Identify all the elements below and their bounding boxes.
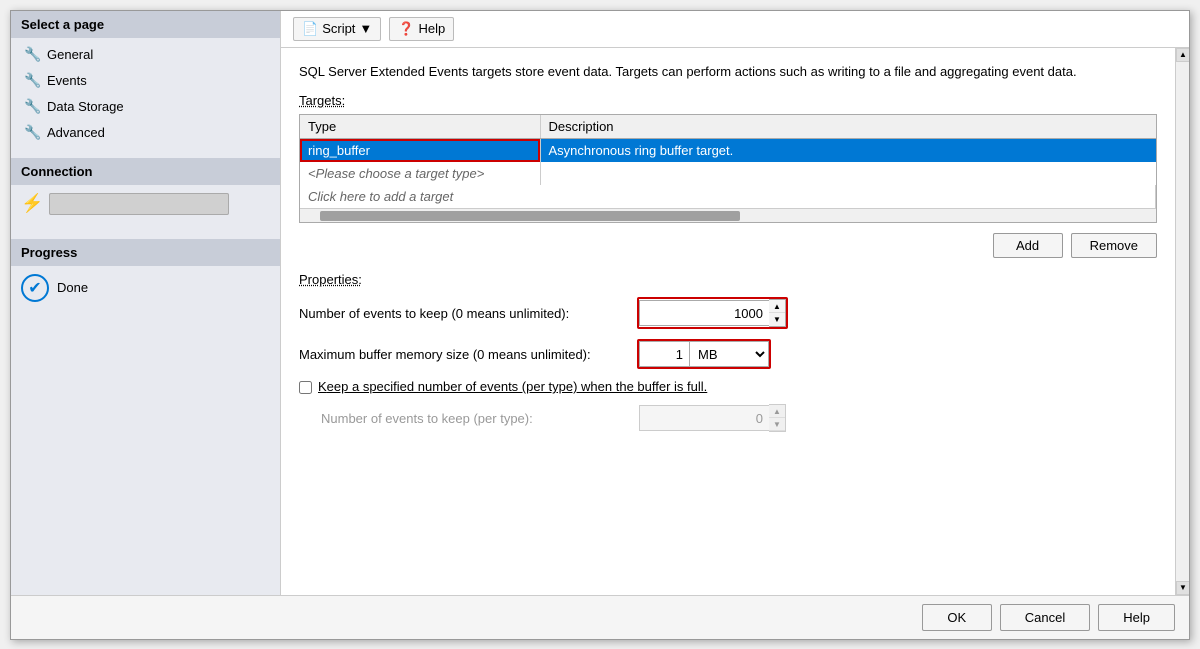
sidebar-item-events[interactable]: 🔧 Events xyxy=(11,68,280,94)
progress-content: ✔ Done xyxy=(11,266,280,310)
sub-input-group: ▲ ▼ xyxy=(639,404,786,432)
buffer-prop-label: Maximum buffer memory size (0 means unli… xyxy=(299,347,629,362)
help-button[interactable]: ❓ Help xyxy=(389,17,454,41)
events-spinner-down[interactable]: ▼ xyxy=(769,313,785,326)
buffer-unit-select[interactable]: MB KB GB xyxy=(689,341,769,367)
targets-scrollbar[interactable] xyxy=(300,208,1156,222)
events-property-row: Number of events to keep (0 means unlimi… xyxy=(299,297,1157,329)
description-text: SQL Server Extended Events targets store… xyxy=(299,62,1157,82)
properties-label: Properties: xyxy=(299,272,1157,287)
events-icon: 🔧 xyxy=(25,73,41,89)
table-row[interactable]: ring_buffer Asynchronous ring buffer tar… xyxy=(300,139,1156,163)
add-button[interactable]: Add xyxy=(993,233,1063,258)
script-button[interactable]: 📄 Script ▼ xyxy=(293,17,381,41)
table-row[interactable]: <Please choose a target type> xyxy=(300,162,1156,185)
connection-header: Connection xyxy=(11,158,280,185)
connection-content: ⚡ xyxy=(11,185,280,223)
help-icon: ❓ xyxy=(398,21,414,37)
progress-circle: ✔ xyxy=(21,274,49,302)
sidebar-item-label-events: Events xyxy=(47,73,87,88)
checkbox-label: Keep a specified number of events (per t… xyxy=(318,379,707,394)
events-number-input[interactable] xyxy=(639,300,769,326)
data-storage-icon: 🔧 xyxy=(25,99,41,115)
toolbar: 📄 Script ▼ ❓ Help xyxy=(281,11,1189,48)
dialog: Select a page 🔧 General 🔧 Events 🔧 Data … xyxy=(10,10,1190,640)
left-panel: Select a page 🔧 General 🔧 Events 🔧 Data … xyxy=(11,11,281,595)
sub-prop-label: Number of events to keep (per type): xyxy=(321,411,631,426)
progress-header: Progress xyxy=(11,239,280,266)
select-a-page-header: Select a page xyxy=(11,11,280,38)
remove-button[interactable]: Remove xyxy=(1071,233,1157,258)
buffer-input-group: MB KB GB xyxy=(637,339,771,369)
script-icon: 📄 xyxy=(302,21,318,37)
cell-desc-placeholder xyxy=(540,162,1156,185)
sidebar-item-general[interactable]: 🔧 General xyxy=(11,42,280,68)
checkbox-underline-k: K xyxy=(318,379,327,394)
table-header-row: Type Description xyxy=(300,115,1156,139)
keep-events-checkbox[interactable] xyxy=(299,381,312,394)
dialog-content: Select a page 🔧 General 🔧 Events 🔧 Data … xyxy=(11,11,1189,595)
sidebar-item-label-advanced: Advanced xyxy=(47,125,105,140)
sub-spinner-up[interactable]: ▲ xyxy=(769,405,785,418)
checkbox-row: Keep a specified number of events (per t… xyxy=(299,379,1157,394)
progress-section: Progress ✔ Done xyxy=(11,231,280,310)
cell-desc-ring-buffer: Asynchronous ring buffer target. xyxy=(540,139,1156,163)
cell-type-ring-buffer: ring_buffer xyxy=(300,139,540,163)
script-dropdown-icon: ▼ xyxy=(359,21,372,36)
sidebar-item-data-storage[interactable]: 🔧 Data Storage xyxy=(11,94,280,120)
right-scrollbar: ▲ ▼ xyxy=(1175,48,1189,595)
sub-number-input[interactable] xyxy=(639,405,769,431)
targets-table: Type Description ring_buffer Asynchronou… xyxy=(300,115,1156,208)
cell-type-placeholder: <Please choose a target type> xyxy=(300,162,540,185)
col-description-header: Description xyxy=(540,115,1156,139)
right-panel: 📄 Script ▼ ❓ Help SQL Server Extended Ev… xyxy=(281,11,1189,595)
advanced-icon: 🔧 xyxy=(25,125,41,141)
sidebar-item-label-general: General xyxy=(47,47,93,62)
events-prop-label: Number of events to keep (0 means unlimi… xyxy=(299,306,629,321)
scrollbar-arrow-up[interactable]: ▲ xyxy=(1176,48,1189,62)
events-spinner: ▲ ▼ xyxy=(769,299,786,327)
buffer-property-row: Maximum buffer memory size (0 means unli… xyxy=(299,339,1157,369)
footer-help-button[interactable]: Help xyxy=(1098,604,1175,631)
ok-button[interactable]: OK xyxy=(922,604,992,631)
sub-property-row: Number of events to keep (per type): ▲ ▼ xyxy=(321,404,1157,432)
general-icon: 🔧 xyxy=(25,47,41,63)
progress-status: Done xyxy=(57,280,88,295)
targets-table-container: Type Description ring_buffer Asynchronou… xyxy=(299,114,1157,223)
sidebar-item-label-data-storage: Data Storage xyxy=(47,99,124,114)
buffer-number-input[interactable] xyxy=(639,341,689,367)
main-content: SQL Server Extended Events targets store… xyxy=(281,48,1175,595)
cell-add-target: Click here to add a target xyxy=(300,185,1156,208)
events-spinner-up[interactable]: ▲ xyxy=(769,300,785,313)
dialog-footer: OK Cancel Help xyxy=(11,595,1189,639)
scrollbar-arrow-down[interactable]: ▼ xyxy=(1176,581,1189,595)
help-label: Help xyxy=(418,21,445,36)
sub-spinner: ▲ ▼ xyxy=(769,404,786,432)
targets-label: Targets: xyxy=(299,93,1157,108)
table-row-add[interactable]: Click here to add a target xyxy=(300,185,1156,208)
sidebar-item-advanced[interactable]: 🔧 Advanced xyxy=(11,120,280,146)
connection-server-box xyxy=(49,193,229,215)
nav-items: 🔧 General 🔧 Events 🔧 Data Storage 🔧 Adva… xyxy=(11,38,280,150)
script-label: Script xyxy=(322,21,355,36)
scrollbar-track xyxy=(1176,62,1189,581)
connection-icon: ⚡ xyxy=(21,193,43,214)
cancel-button[interactable]: Cancel xyxy=(1000,604,1090,631)
connection-row: ⚡ xyxy=(21,193,270,215)
scrollbar-thumb xyxy=(320,211,740,221)
checkbox-label-text: eep a specified number of events (per ty… xyxy=(327,379,708,394)
action-buttons: Add Remove xyxy=(299,233,1157,258)
col-type-header: Type xyxy=(300,115,540,139)
sub-spinner-down[interactable]: ▼ xyxy=(769,418,785,431)
events-input-group: ▲ ▼ xyxy=(637,297,788,329)
